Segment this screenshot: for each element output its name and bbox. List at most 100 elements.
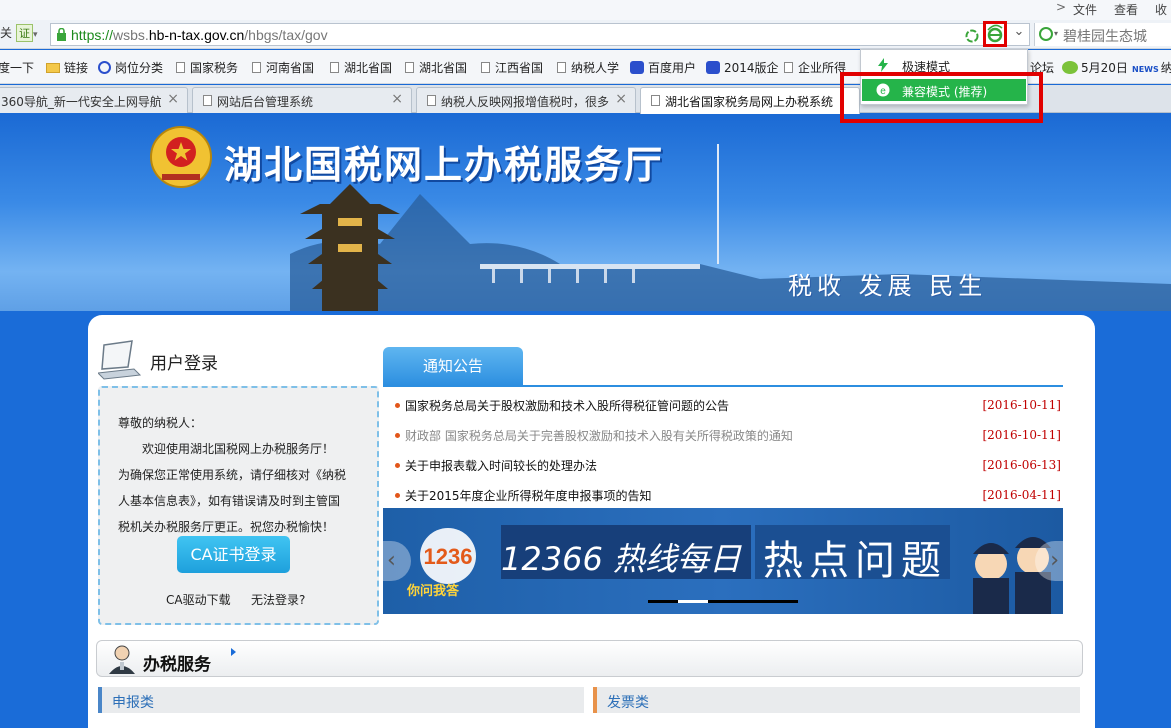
cert-dropdown-icon[interactable]: ▾	[33, 30, 38, 40]
refresh-icon[interactable]	[964, 28, 980, 44]
url-text: https://wsbs.hb-n-tax.gov.cn/hbgs/tax/go…	[71, 27, 328, 43]
notice-title[interactable]: 财政部 国家税务总局关于完善股权激励和技术入股有关所得税政策的通知	[405, 427, 793, 444]
notice-title[interactable]: 关于2015年度企业所得税年度申报事项的告知	[405, 487, 652, 504]
bookmark-label: 湖北省国	[344, 61, 393, 75]
category-label: 申报类	[112, 695, 154, 711]
bookmark-item[interactable]: 湖北省国	[330, 59, 392, 76]
page-icon	[203, 95, 212, 106]
bookmark-item[interactable]: 江西省国	[481, 59, 543, 76]
tab-label: 纳税人反映网报增值税时，很多	[441, 95, 610, 109]
notice-title[interactable]: 国家税务总局关于股权激励和技术入股所得税征管问题的公告	[405, 397, 729, 414]
bookmark-item[interactable]: 纳税人学	[557, 59, 619, 76]
login-welcome-text: 尊敬的纳税人： 欢迎使用湖北国税网上办税服务厅！ 为确保您正常使用系统，请仔细核…	[118, 410, 350, 540]
notice-date: [2016-10-11]	[982, 428, 1061, 442]
svg-text:1236: 1236	[424, 544, 473, 569]
category-invoice[interactable]: 发票类	[593, 687, 1080, 713]
notice-date: [2016-06-13]	[982, 458, 1061, 472]
tab-label: 湖北省国家税务局网上办税系统	[665, 95, 834, 109]
search-engine-icon[interactable]	[1039, 27, 1053, 41]
close-partial-label[interactable]: 关	[0, 26, 12, 40]
login-title: 用户登录	[150, 354, 218, 374]
bookmark-item[interactable]: 岗位分类	[98, 59, 163, 76]
bullet-icon	[395, 403, 400, 408]
notice-row[interactable]: 关于申报表载入时间较长的处理办法 [2016-06-13]	[383, 455, 1063, 475]
bookmark-item[interactable]: 2014版企	[706, 59, 779, 76]
login-panel: 尊敬的纳税人： 欢迎使用湖北国税网上办税服务厅！ 为确保您正常使用系统，请仔细核…	[98, 386, 379, 625]
search-engine-dropdown-icon[interactable]: ▾	[1054, 29, 1058, 38]
hotline-text: 12366 热线每日	[501, 540, 741, 578]
globe-icon	[98, 61, 111, 74]
service-person-icon	[109, 645, 135, 674]
news-icon: NEWS	[1132, 65, 1159, 74]
national-emblem-icon	[150, 126, 212, 188]
menu-view[interactable]: 查看	[1114, 1, 1138, 18]
bookmark-item[interactable]: 度一下	[0, 59, 34, 76]
bookmark-item[interactable]: 湖北省国	[405, 59, 467, 76]
bullet-icon	[395, 463, 400, 468]
ca-driver-download-link[interactable]: CA驱动下载	[166, 591, 231, 608]
laptop-icon	[98, 340, 142, 380]
hotline-carousel[interactable]: 12366 热线每日 热点问题 1236 你问我答 ‹ ›	[383, 508, 1063, 614]
tab-label: 网站后台管理系统	[217, 95, 314, 109]
cannot-login-link[interactable]: 无法登录?	[251, 591, 305, 608]
services-title: 办税服务	[143, 655, 211, 675]
site-banner: 湖北国税网上办税服务厅 税收 发展 民生	[0, 114, 1171, 311]
close-icon[interactable]: ×	[615, 91, 627, 107]
cert-badge[interactable]: 证	[16, 24, 34, 42]
page-icon	[784, 62, 793, 73]
menu-file[interactable]: 文件	[1073, 1, 1097, 18]
page-icon	[481, 62, 490, 73]
page-icon	[176, 62, 185, 73]
bullet-icon	[395, 433, 400, 438]
bullet-icon	[395, 493, 400, 498]
tab-backend-admin[interactable]: 网站后台管理系统 ×	[192, 87, 412, 113]
page-icon	[651, 95, 660, 106]
tab-taxpayer-feedback[interactable]: 纳税人反映网报增值税时，很多 ×	[416, 87, 636, 113]
notice-date: [2016-10-11]	[982, 398, 1061, 412]
lightning-icon	[878, 58, 888, 72]
welcome-text: 欢迎使用湖北国税网上办税服务厅！	[142, 442, 335, 456]
carousel-indicator[interactable]	[648, 600, 798, 603]
category-declaration[interactable]: 申报类	[98, 687, 584, 713]
menubar-chevron-icon[interactable]: >	[1056, 0, 1066, 14]
addr-left-group: 关证 ▾	[0, 24, 48, 45]
browser-menubar: > 文件 查看 收藏	[0, 0, 1171, 34]
page-icon	[405, 62, 414, 73]
bookmark-item[interactable]: 企业所得	[784, 59, 846, 76]
instruction-text: 为确保您正常使用系统，请仔细核对《纳税人基本信息表》，如有错误请及时到主管国税机…	[118, 468, 347, 534]
bookmark-label: 河南省国	[266, 61, 315, 75]
folder-icon	[46, 63, 60, 73]
url-input[interactable]: https://wsbs.hb-n-tax.gov.cn/hbgs/tax/go…	[50, 23, 1030, 46]
bookmark-item[interactable]: 国家税务	[176, 59, 238, 76]
notice-row[interactable]: 国家税务总局关于股权激励和技术入股所得税征管问题的公告 [2016-10-11]	[383, 395, 1063, 415]
notice-date: [2016-04-11]	[982, 488, 1061, 502]
logo-caption: 你问我答	[407, 584, 460, 599]
web-page: 湖北国税网上办税服务厅 税收 发展 民生 用户登录 尊敬的纳税人： 欢迎使用湖北…	[0, 114, 1171, 728]
notice-row[interactable]: 关于2015年度企业所得税年度申报事项的告知 [2016-04-11]	[383, 485, 1063, 505]
notice-row[interactable]: 财政部 国家税务总局关于完善股权激励和技术入股有关所得税政策的通知 [2016-1…	[383, 425, 1063, 445]
baidu-paw-icon	[630, 61, 644, 74]
bookmark-item[interactable]: 河南省国	[252, 59, 314, 76]
bookmark-label: 百度用户	[648, 61, 697, 75]
tab-hubei-tax-active[interactable]: 湖北省国家税务局网上办税系统	[640, 87, 860, 114]
chevron-down-icon[interactable]: ⌄	[1011, 24, 1027, 40]
close-icon[interactable]: ×	[167, 91, 179, 107]
search-input[interactable]: ▾ 碧桂园生态城	[1034, 23, 1171, 46]
bookmark-item[interactable]: 百度用户	[630, 59, 696, 76]
bookmark-item[interactable]: 5月20日	[1062, 59, 1128, 76]
notice-title[interactable]: 关于申报表载入时间较长的处理办法	[405, 457, 597, 474]
tab-notices[interactable]: 通知公告	[383, 347, 523, 386]
close-icon[interactable]: ×	[391, 91, 403, 107]
category-label: 发票类	[607, 695, 649, 711]
highlight-annotation-frame	[840, 72, 1043, 123]
bookmark-label: 国家税务	[190, 61, 239, 75]
bookmark-label: 纳税	[1160, 61, 1171, 75]
bookmark-item[interactable]: 链接	[46, 59, 88, 76]
greeting-text: 尊敬的纳税人：	[118, 416, 203, 430]
address-bar: 关证 ▾ https://wsbs.hb-n-tax.gov.cn/hbgs/ta…	[0, 20, 1171, 49]
bookmark-label: 2014版企	[724, 61, 779, 75]
ca-cert-login-button[interactable]: CA证书登录	[177, 536, 290, 573]
bookmark-item[interactable]: NEWS纳税	[1132, 59, 1171, 76]
tab-360-nav[interactable]: 360导航_新一代安全上网导航 ×	[0, 87, 188, 113]
compat-mode-button[interactable]	[983, 21, 1007, 47]
